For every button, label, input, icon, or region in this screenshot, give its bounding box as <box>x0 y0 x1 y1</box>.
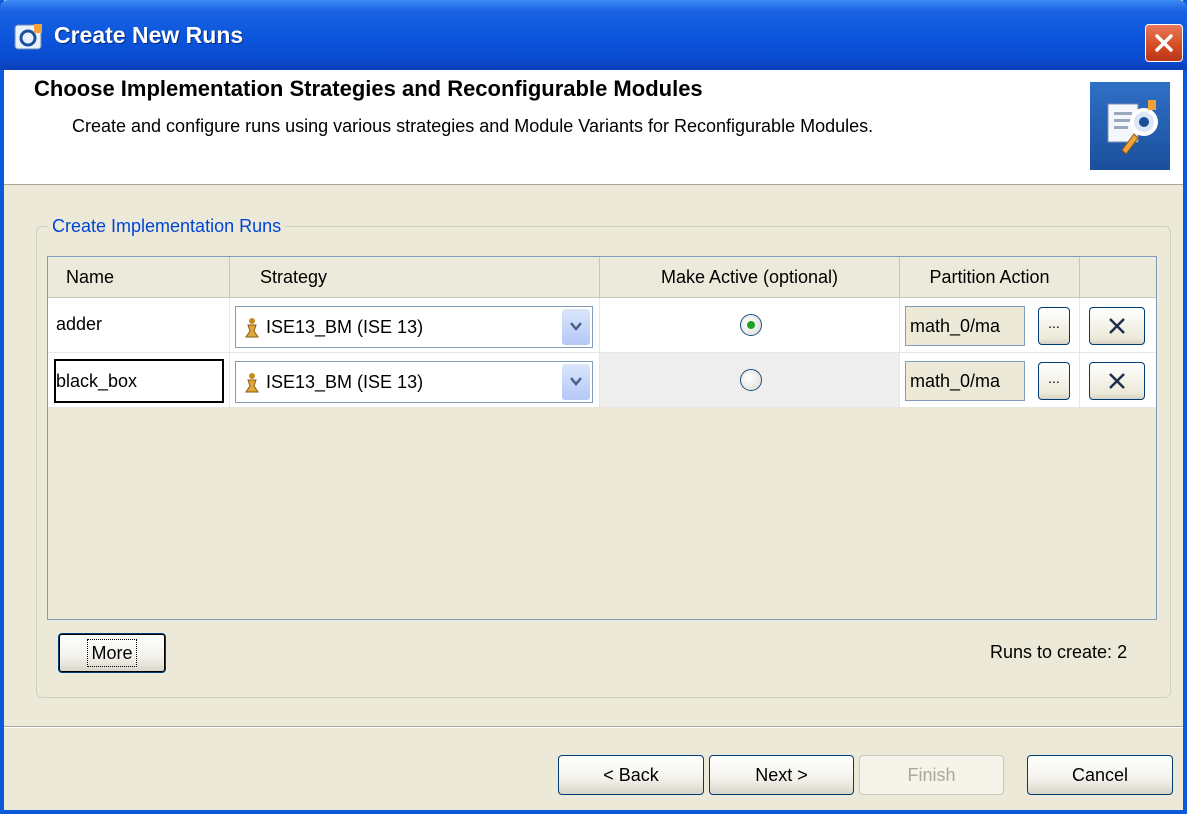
partition-action-value: math_0/ma <box>910 316 1001 336</box>
group-title: Create Implementation Runs <box>48 216 286 237</box>
close-icon <box>1109 373 1125 389</box>
strategy-icon <box>245 373 259 393</box>
radio-selected-dot <box>747 321 755 329</box>
footer-divider <box>4 726 1183 728</box>
strategy-cell: ISE13_BM (ISE 13) <box>230 298 600 353</box>
strategy-icon <box>245 318 259 338</box>
partition-action-field[interactable]: math_0/ma <box>905 306 1025 346</box>
cancel-button[interactable]: Cancel <box>1027 755 1173 795</box>
run-name-input[interactable]: black_box <box>54 359 224 403</box>
more-button-label: More <box>87 639 137 667</box>
make-active-cell <box>600 298 900 353</box>
run-name: black_box <box>56 371 138 391</box>
table-header: Name Strategy Make Active (optional) Par… <box>48 257 1156 298</box>
window-title: Create New Runs <box>54 22 244 48</box>
page-subtitle: Create and configure runs using various … <box>72 116 874 136</box>
next-button[interactable]: Next > <box>709 755 854 795</box>
make-active-cell <box>600 353 900 408</box>
column-header-strategy[interactable]: Strategy <box>230 257 600 297</box>
browse-button[interactable]: ... <box>1038 362 1070 400</box>
title-bar[interactable]: Create New Runs <box>0 0 1187 70</box>
run-name: adder <box>56 314 103 334</box>
runs-to-create-label: Runs to create: 2 <box>990 642 1128 662</box>
back-button[interactable]: < Back <box>558 755 704 795</box>
browse-button[interactable]: ... <box>1038 307 1070 345</box>
table-row[interactable]: black_box ISE13_BM (ISE 13) math_0/ma ..… <box>48 353 1156 408</box>
strategy-select[interactable]: ISE13_BM (ISE 13) <box>235 361 593 403</box>
strategy-cell: ISE13_BM (ISE 13) <box>230 353 600 408</box>
remove-cell <box>1080 298 1156 353</box>
chevron-down-icon <box>570 377 582 386</box>
partition-action-cell: math_0/ma ... <box>900 298 1080 353</box>
close-icon <box>1109 318 1125 334</box>
remove-cell <box>1080 353 1156 408</box>
partition-action-value: math_0/ma <box>910 371 1001 391</box>
remove-run-button[interactable] <box>1089 362 1145 400</box>
column-header-partition-action[interactable]: Partition Action <box>900 257 1080 297</box>
strategy-select[interactable]: ISE13_BM (ISE 13) <box>235 306 593 348</box>
table-row[interactable]: adder ISE13_BM (ISE 13) math_0/ma ... <box>48 298 1156 353</box>
page-title: Choose Implementation Strategies and Rec… <box>34 76 703 101</box>
partition-action-field[interactable]: math_0/ma <box>905 361 1025 401</box>
name-cell[interactable]: adder <box>48 298 230 353</box>
make-active-radio[interactable] <box>740 314 762 336</box>
column-header-name[interactable]: Name <box>48 257 230 297</box>
wizard-header: Choose Implementation Strategies and Rec… <box>4 70 1183 185</box>
partition-action-cell: math_0/ma ... <box>900 353 1080 408</box>
runs-table: Name Strategy Make Active (optional) Par… <box>47 256 1157 620</box>
remove-run-button[interactable] <box>1089 307 1145 345</box>
close-button[interactable] <box>1145 24 1183 62</box>
finish-button[interactable]: Finish <box>859 755 1004 795</box>
name-cell[interactable]: black_box <box>48 353 230 408</box>
close-icon <box>1155 34 1173 52</box>
dropdown-button[interactable] <box>562 364 590 400</box>
make-active-radio[interactable] <box>740 369 762 391</box>
column-header-make-active[interactable]: Make Active (optional) <box>600 257 900 297</box>
vivado-app-icon <box>14 24 42 50</box>
wizard-header-icon <box>1090 82 1170 170</box>
strategy-value: ISE13_BM (ISE 13) <box>266 372 424 392</box>
column-header-remove <box>1080 257 1156 297</box>
more-button[interactable]: More <box>58 633 166 673</box>
chevron-down-icon <box>570 322 582 331</box>
strategy-value: ISE13_BM (ISE 13) <box>266 317 424 337</box>
dropdown-button[interactable] <box>562 309 590 345</box>
